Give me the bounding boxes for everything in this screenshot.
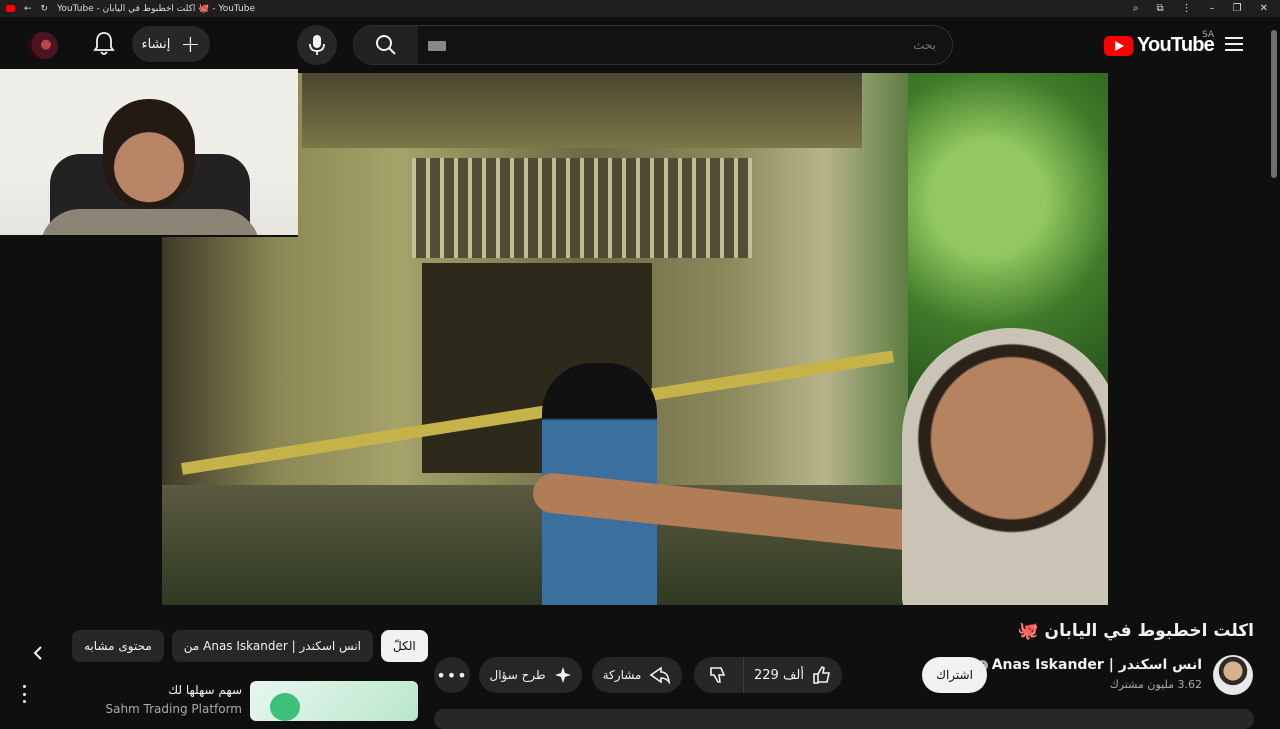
youtube-play-icon	[1104, 35, 1133, 56]
scrollbar-thumb[interactable]	[1271, 30, 1277, 178]
create-button[interactable]: إنشاء +	[132, 26, 210, 62]
restore-icon[interactable]: ❐	[1233, 3, 1242, 14]
description-box[interactable]	[434, 709, 1254, 729]
sparkle-icon	[554, 667, 571, 683]
recommendation-channel[interactable]: Sahm Trading Platform	[105, 702, 242, 716]
keyboard-icon[interactable]	[428, 41, 446, 51]
video-info-section: اكلت اخطبوط في اليابان 🐙 انس اسكندر | An…	[0, 605, 1280, 729]
thumbs-up-icon	[813, 665, 830, 684]
ask-question-button[interactable]: طرح سؤال	[479, 657, 582, 693]
more-actions-button[interactable]: •••	[434, 657, 470, 693]
video-frame-roof	[302, 73, 862, 148]
search-input[interactable]	[418, 26, 952, 64]
share-button[interactable]: مشاركة	[592, 657, 682, 693]
extensions-icon[interactable]: ⧉	[1157, 3, 1164, 14]
subscriber-count: 3.62 مليون مشترك	[1109, 678, 1202, 691]
plus-icon: +	[180, 30, 201, 58]
search-bar	[353, 25, 953, 65]
close-icon[interactable]: ✕	[1260, 3, 1268, 14]
chip-related[interactable]: محتوى مشابه	[72, 630, 164, 662]
share-label: مشاركة	[602, 668, 642, 682]
video-title: اكلت اخطبوط في اليابان 🐙	[1017, 621, 1254, 641]
minimize-icon[interactable]: –	[1210, 3, 1215, 14]
guide-menu-icon[interactable]	[1225, 37, 1243, 51]
chip-from-channel[interactable]: من Anas Iskander | انس اسكندر	[171, 630, 374, 662]
recommendation-menu-icon[interactable]	[20, 685, 28, 703]
page-scrollbar[interactable]	[1270, 30, 1278, 720]
notifications-bell-icon[interactable]	[92, 31, 116, 57]
tab-title: YouTube - اكلت اخطبوط في اليابان 🐙 - You…	[57, 3, 255, 14]
webcam-body	[40, 209, 260, 235]
channel-name[interactable]: انس اسكندر | Anas Iskander	[992, 657, 1202, 673]
create-label: إنشاء	[141, 36, 171, 52]
like-button[interactable]: 229 ألف	[744, 665, 842, 685]
youtube-logo[interactable]: YouTube SA	[1104, 30, 1215, 57]
ask-label: طرح سؤال	[489, 668, 546, 682]
youtube-header: إنشاء + YouTube SA	[0, 17, 1280, 73]
recommendation-title[interactable]: سهم سهلها لك	[168, 683, 242, 697]
channel-name-row[interactable]: انس اسكندر | Anas Iskander ✓	[976, 657, 1202, 673]
zoom-icon[interactable]: ⌕	[1133, 3, 1139, 14]
webcam-face	[103, 99, 195, 209]
reload-icon[interactable]: ↻	[41, 4, 49, 14]
back-arrow-icon[interactable]: ←	[24, 4, 32, 14]
recommendation-thumbnail[interactable]	[250, 681, 418, 721]
like-count: 229 ألف	[754, 667, 804, 683]
channel-avatar[interactable]	[1213, 655, 1253, 695]
video-player[interactable]	[162, 73, 1108, 605]
dislike-button[interactable]	[694, 657, 744, 693]
voice-search-button[interactable]	[297, 25, 337, 65]
thumbs-down-icon	[709, 667, 725, 683]
search-button[interactable]	[354, 26, 418, 64]
like-dislike-group: 229 ألف	[694, 657, 842, 693]
account-avatar[interactable]	[28, 32, 58, 60]
browser-title-bar: ← ↻ YouTube - اكلت اخطبوط في اليابان 🐙 -…	[0, 0, 1280, 17]
share-arrow-icon	[649, 666, 671, 684]
chevron-left-icon[interactable]	[28, 643, 48, 663]
browser-menu-icon[interactable]: ⋮	[1182, 3, 1192, 14]
recommendation-chips: محتوى مشابه من Anas Iskander | انس اسكند…	[72, 630, 428, 662]
video-frame-slats	[412, 158, 752, 258]
video-frame-presenter	[902, 328, 1108, 605]
country-code: SA	[1202, 30, 1215, 40]
webcam-overlay	[0, 69, 298, 237]
search-icon	[376, 35, 396, 55]
microphone-icon	[309, 35, 325, 55]
subscribe-button[interactable]: اشتراك	[922, 657, 987, 693]
chip-all[interactable]: الكلّ	[381, 630, 428, 662]
youtube-favicon-icon	[6, 5, 15, 12]
